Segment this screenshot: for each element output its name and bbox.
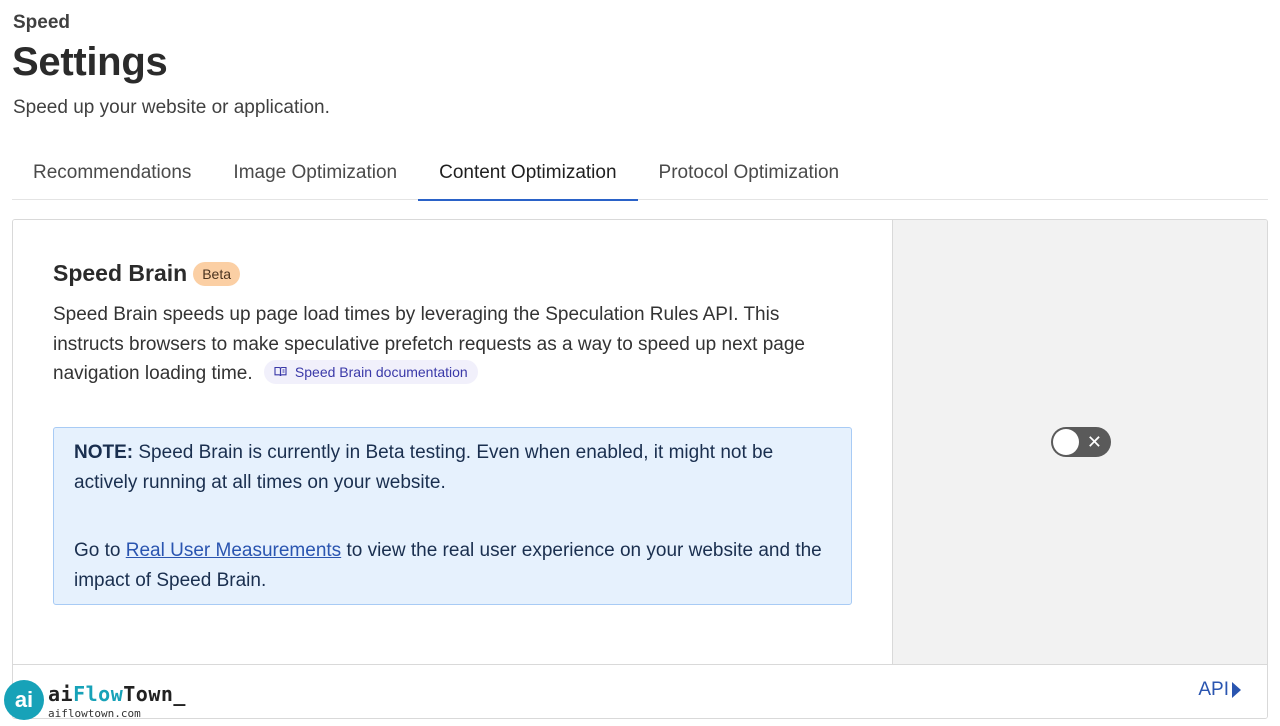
toggle-knob [1053, 429, 1079, 455]
tab-image-optimization[interactable]: Image Optimization [212, 146, 418, 200]
card-control-panel: ✕ [892, 220, 1267, 664]
beta-badge: Beta [193, 261, 241, 286]
tab-content-optimization[interactable]: Content Optimization [418, 146, 638, 201]
page-title: Settings [12, 40, 168, 84]
card-footer: API [13, 664, 1267, 718]
brand-prefix: ai [48, 682, 74, 706]
book-icon [274, 366, 287, 377]
watermark-brand: aiFlowTown_ [48, 682, 186, 706]
speed-brain-card: Speed Brain Beta Speed Brain speeds up p… [12, 219, 1268, 719]
description: Speed Brain speeds up page load times by… [53, 300, 853, 389]
tab-bar: Recommendations Image Optimization Conte… [12, 146, 1268, 201]
tab-recommendations[interactable]: Recommendations [12, 146, 212, 200]
note-text: Speed Brain is currently in Beta testing… [74, 442, 774, 493]
card-content: Speed Brain Beta Speed Brain speeds up p… [13, 220, 892, 664]
note-paragraph: NOTE: Speed Brain is currently in Beta t… [74, 438, 831, 497]
watermark: ai aiFlowTown_ aiflowtown.com [4, 680, 186, 720]
brand-suffix: Town_ [123, 682, 186, 706]
page: Speed Settings Speed up your website or … [0, 0, 1280, 726]
section-header: Speed Brain Beta [53, 260, 241, 287]
page-subtitle: Speed up your website or application. [13, 97, 330, 118]
watermark-logo: ai [4, 680, 44, 720]
note-spacer [74, 497, 831, 536]
documentation-link-label: Speed Brain documentation [294, 363, 468, 380]
rum-paragraph: Go to Real User Measurements to view the… [74, 536, 831, 595]
speed-brain-toggle[interactable]: ✕ [1051, 427, 1111, 457]
section-title: Speed Brain [53, 260, 188, 286]
brand-accent: Flow [73, 682, 124, 706]
tab-protocol-optimization[interactable]: Protocol Optimization [638, 146, 861, 200]
goto-prefix: Go to [74, 540, 126, 561]
close-icon: ✕ [1086, 432, 1102, 452]
api-label: API [1198, 679, 1229, 700]
watermark-url: aiflowtown.com [48, 707, 141, 720]
api-link[interactable]: API [1198, 679, 1241, 701]
note-box: NOTE: Speed Brain is currently in Beta t… [53, 427, 852, 605]
documentation-link[interactable]: Speed Brain documentation [263, 359, 478, 384]
real-user-measurements-link[interactable]: Real User Measurements [126, 540, 341, 561]
breadcrumb[interactable]: Speed [13, 12, 70, 34]
caret-right-icon [1232, 682, 1241, 698]
watermark-text: aiFlowTown_ aiflowtown.com [48, 682, 186, 720]
note-label: NOTE: [74, 442, 134, 463]
